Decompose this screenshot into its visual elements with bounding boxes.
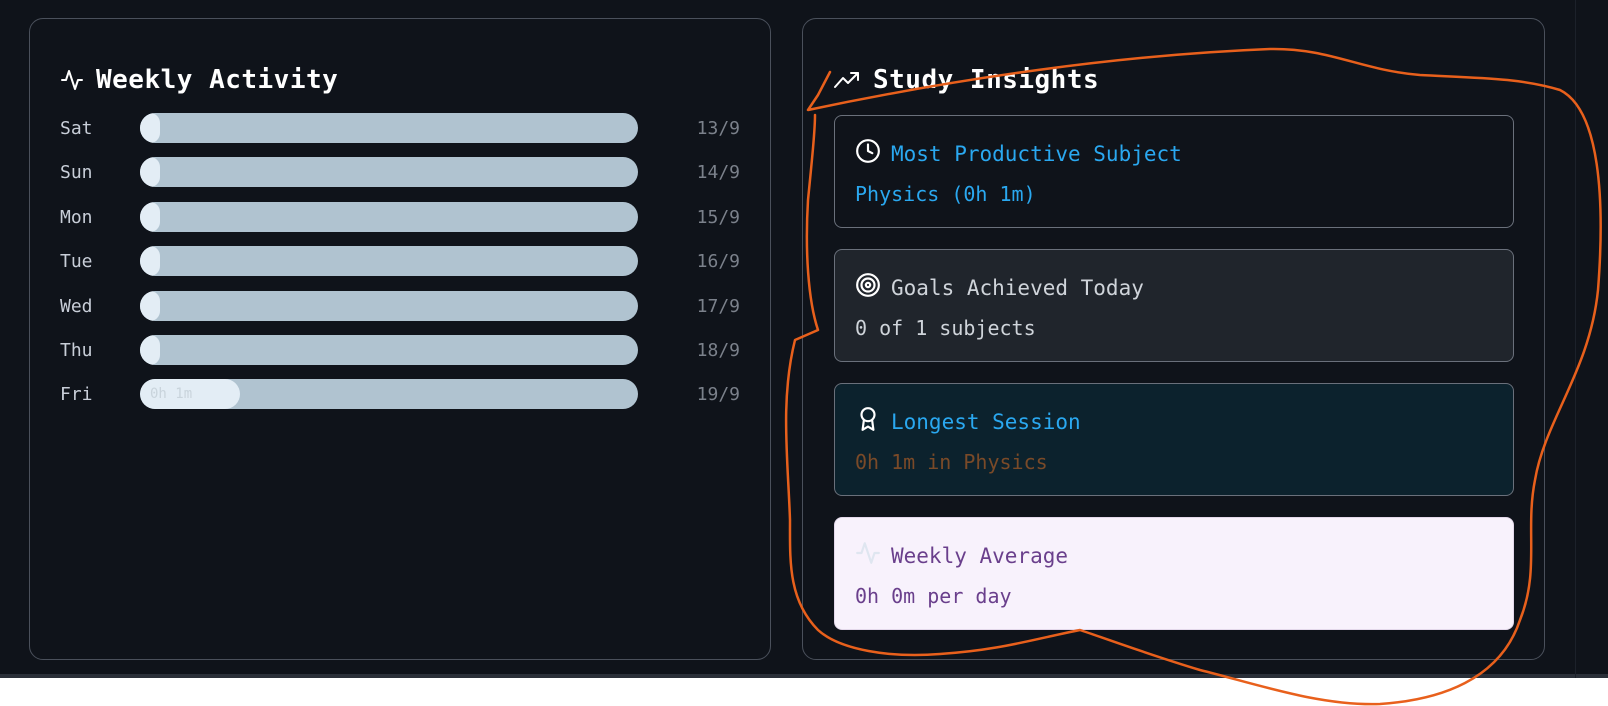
day-date: 19/9 bbox=[696, 383, 740, 405]
day-label: Fri bbox=[60, 383, 93, 405]
insight-value: Physics (0h 1m) bbox=[855, 182, 1036, 206]
activity-bar-fill bbox=[140, 246, 160, 276]
day-date: 13/9 bbox=[696, 117, 740, 139]
activity-bar-fill bbox=[140, 291, 160, 321]
activity-bar-fill bbox=[140, 335, 160, 365]
scrollbar-edge[interactable] bbox=[1575, 0, 1576, 678]
weekly-activity-title: Weekly Activity bbox=[96, 65, 339, 95]
insight-card-most-productive: Most Productive Subject Physics (0h 1m) bbox=[834, 115, 1514, 228]
clock-icon bbox=[855, 138, 881, 169]
day-label: Sat bbox=[60, 117, 93, 139]
study-insights-panel: Study Insights Most Productive Subject P… bbox=[802, 18, 1545, 660]
day-date: 14/9 bbox=[696, 161, 740, 183]
day-label: Mon bbox=[60, 206, 93, 228]
activity-bar-track bbox=[140, 202, 638, 232]
insight-card-longest-session: Longest Session 0h 1m in Physics bbox=[834, 383, 1514, 496]
insight-card-weekly-average: Weekly Average 0h 0m per day bbox=[834, 517, 1514, 630]
activity-bar-track bbox=[140, 157, 638, 187]
insight-value: 0h 0m per day bbox=[855, 584, 1012, 608]
insight-card-goals-achieved: Goals Achieved Today 0 of 1 subjects bbox=[834, 249, 1514, 362]
weekly-activity-panel: Weekly Activity Sat 13/9 Sun 14/9 Mon 15… bbox=[29, 18, 771, 660]
insight-title: Most Productive Subject bbox=[891, 141, 1182, 166]
day-date: 18/9 bbox=[696, 339, 740, 361]
activity-bar-track: 0h 1m bbox=[140, 379, 638, 409]
activity-icon bbox=[855, 540, 881, 571]
insight-title: Weekly Average bbox=[891, 543, 1069, 568]
weekly-activity-header: Weekly Activity bbox=[60, 65, 338, 95]
trending-up-icon bbox=[833, 68, 861, 92]
activity-bar-fill bbox=[140, 202, 160, 232]
day-label: Tue bbox=[60, 250, 93, 272]
insight-title: Goals Achieved Today bbox=[891, 275, 1144, 300]
activity-bar-track bbox=[140, 246, 638, 276]
day-row-thu: Thu 18/9 bbox=[60, 335, 740, 365]
activity-bar-track bbox=[140, 113, 638, 143]
day-row-wed: Wed 17/9 bbox=[60, 291, 740, 321]
day-row-fri: Fri 0h 1m 19/9 bbox=[60, 379, 740, 409]
study-insights-header: Study Insights bbox=[833, 65, 1099, 95]
activity-bar-fill: 0h 1m bbox=[140, 379, 240, 409]
award-icon bbox=[855, 406, 881, 437]
insight-title: Longest Session bbox=[891, 409, 1081, 434]
activity-bar-track bbox=[140, 291, 638, 321]
day-label: Wed bbox=[60, 295, 93, 317]
day-label: Sun bbox=[60, 161, 93, 183]
target-icon bbox=[855, 272, 881, 303]
day-row-sun: Sun 14/9 bbox=[60, 157, 740, 187]
day-row-mon: Mon 15/9 bbox=[60, 202, 740, 232]
activity-bar-fill bbox=[140, 113, 160, 143]
study-insights-title: Study Insights bbox=[873, 65, 1100, 95]
day-row-sat: Sat 13/9 bbox=[60, 113, 740, 143]
day-date: 15/9 bbox=[696, 206, 740, 228]
activity-icon bbox=[60, 68, 84, 92]
day-date: 16/9 bbox=[696, 250, 740, 272]
activity-bar-track bbox=[140, 335, 638, 365]
insight-value: 0h 1m in Physics bbox=[855, 450, 1048, 474]
insight-value: 0 of 1 subjects bbox=[855, 316, 1036, 340]
day-label: Thu bbox=[60, 339, 93, 361]
day-date: 17/9 bbox=[696, 295, 740, 317]
day-row-tue: Tue 16/9 bbox=[60, 246, 740, 276]
activity-bar-fill bbox=[140, 157, 160, 187]
